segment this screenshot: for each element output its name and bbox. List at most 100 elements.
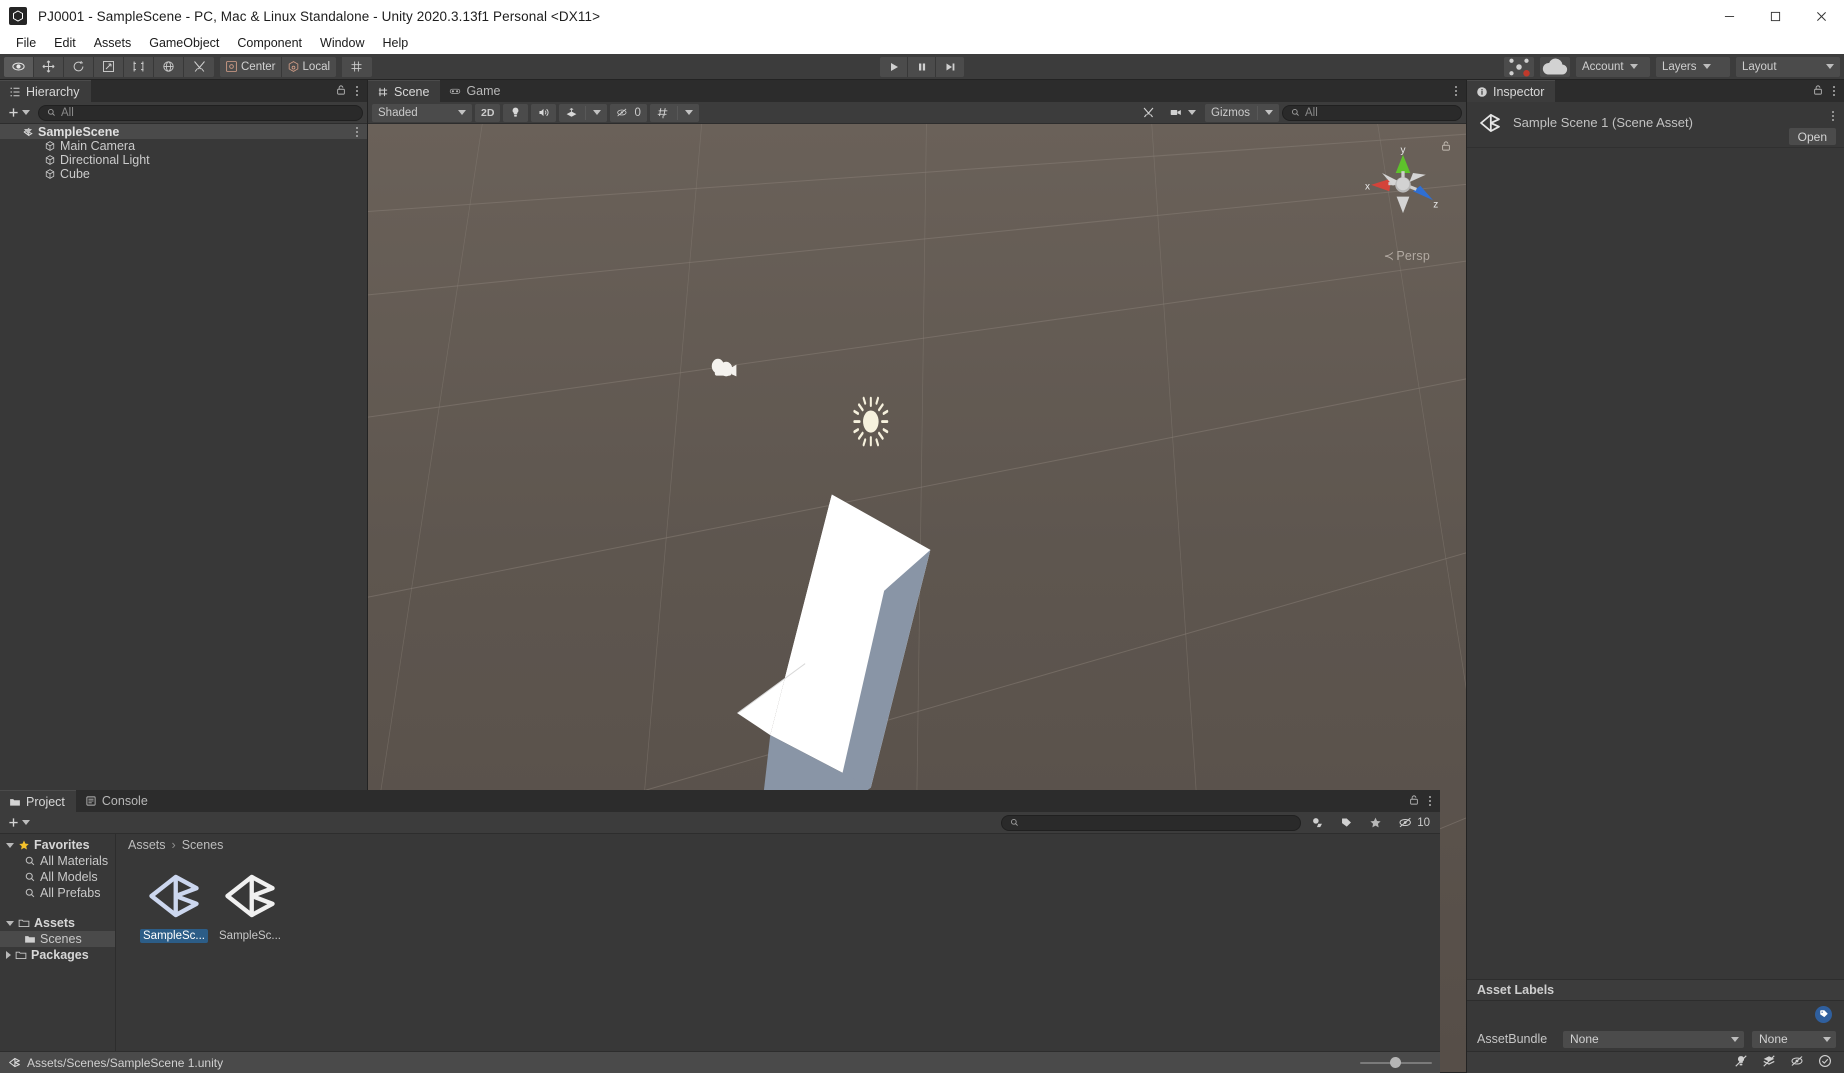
hierarchy-tab-actions bbox=[335, 80, 367, 102]
menu-help[interactable]: Help bbox=[373, 34, 417, 52]
inspector-footer bbox=[1467, 1051, 1844, 1073]
layers-dropdown[interactable]: Layers bbox=[1656, 56, 1730, 77]
no-lighting-icon[interactable] bbox=[1734, 1054, 1748, 1071]
hierarchy-search-input[interactable]: All bbox=[38, 104, 363, 121]
perspective-mode-label[interactable]: ≺ Persp bbox=[1384, 248, 1430, 263]
lock-icon[interactable] bbox=[1408, 794, 1420, 809]
collapse-arrow-icon[interactable] bbox=[6, 951, 11, 959]
menu-edit[interactable]: Edit bbox=[45, 34, 85, 52]
project-tree-favorites[interactable]: Favorites bbox=[0, 837, 115, 853]
scene-grid-dropdown[interactable] bbox=[649, 103, 699, 122]
layout-dropdown[interactable]: Layout bbox=[1736, 56, 1840, 77]
scale-tool-button[interactable] bbox=[94, 56, 124, 77]
inspector-asset-menu-icon[interactable] bbox=[1832, 111, 1834, 121]
inspector-menu-icon[interactable] bbox=[1833, 86, 1835, 96]
scene-axis-gizmo[interactable]: y x z bbox=[1362, 142, 1444, 224]
custom-editor-tool-button[interactable] bbox=[184, 56, 214, 77]
project-menu-icon[interactable] bbox=[1429, 796, 1431, 806]
menu-window[interactable]: Window bbox=[311, 34, 373, 52]
chevron-down-icon bbox=[458, 110, 466, 115]
maximize-button[interactable] bbox=[1752, 0, 1798, 32]
open-button[interactable]: Open bbox=[1788, 128, 1836, 145]
pivot-mode-button[interactable]: Center bbox=[220, 56, 282, 77]
scene-audio-toggle[interactable] bbox=[531, 103, 557, 122]
assetbundle-variant-dropdown[interactable]: None bbox=[1752, 1030, 1836, 1048]
scene-camera-dropdown[interactable] bbox=[1164, 104, 1202, 122]
no-preview-icon[interactable] bbox=[1790, 1054, 1804, 1071]
create-asset-button[interactable] bbox=[4, 814, 34, 832]
play-button[interactable] bbox=[880, 57, 908, 77]
scene-menu-icon[interactable] bbox=[1455, 86, 1457, 96]
project-tree-all-materials[interactable]: All Materials bbox=[0, 853, 115, 869]
scene-context-menu-icon[interactable] bbox=[356, 126, 358, 137]
menu-assets[interactable]: Assets bbox=[85, 34, 141, 52]
scene-tools-button[interactable] bbox=[1136, 104, 1161, 122]
grid-snap-button[interactable] bbox=[341, 56, 372, 77]
scene-fx-dropdown[interactable] bbox=[559, 103, 608, 122]
scene-search-input[interactable]: All bbox=[1282, 104, 1462, 121]
project-panel: Project Console 10 Favorites All Materia… bbox=[0, 790, 1440, 1073]
move-tool-button[interactable] bbox=[34, 56, 64, 77]
hierarchy-row-main-camera[interactable]: Main Camera bbox=[0, 139, 367, 153]
no-layers-icon[interactable] bbox=[1762, 1054, 1776, 1071]
tag-icon[interactable] bbox=[1815, 1005, 1832, 1023]
project-tree-all-prefabs[interactable]: All Prefabs bbox=[0, 885, 115, 901]
pivot-rotation-button[interactable]: Local bbox=[281, 56, 336, 77]
hierarchy-row-samplescene[interactable]: SampleScene bbox=[0, 124, 367, 139]
lock-icon[interactable] bbox=[335, 84, 347, 99]
project-search-input[interactable] bbox=[1001, 814, 1302, 831]
hierarchy-row-cube[interactable]: Cube bbox=[0, 167, 367, 181]
asset-zoom-slider[interactable] bbox=[1360, 1057, 1432, 1069]
breadcrumb-scenes[interactable]: Scenes bbox=[182, 838, 224, 852]
filter-by-label-button[interactable] bbox=[1334, 814, 1359, 832]
tab-hierarchy[interactable]: Hierarchy bbox=[0, 80, 91, 102]
project-hidden-count[interactable]: 10 bbox=[1392, 814, 1436, 832]
account-dropdown[interactable]: Account bbox=[1576, 56, 1650, 77]
rotate-tool-button[interactable] bbox=[64, 56, 94, 77]
slider-knob[interactable] bbox=[1390, 1057, 1402, 1068]
hierarchy-item-label: SampleScene bbox=[38, 124, 120, 139]
project-tree-assets[interactable]: Assets bbox=[0, 915, 115, 931]
create-gameobject-button[interactable] bbox=[4, 104, 34, 122]
draw-mode-dropdown[interactable]: Shaded bbox=[372, 103, 472, 122]
scene-lighting-toggle[interactable] bbox=[503, 103, 529, 122]
project-tree-scenes[interactable]: Scenes bbox=[0, 931, 115, 947]
hierarchy-menu-icon[interactable] bbox=[356, 86, 358, 96]
assetbundle-dropdown[interactable]: None bbox=[1563, 1030, 1744, 1048]
menu-file[interactable]: File bbox=[7, 34, 45, 52]
tab-scene[interactable]: Scene bbox=[368, 80, 441, 102]
expand-arrow-icon[interactable] bbox=[24, 129, 32, 134]
expand-arrow-icon[interactable] bbox=[6, 842, 14, 848]
tab-console[interactable]: Console bbox=[76, 790, 159, 812]
project-tree-all-models[interactable]: All Models bbox=[0, 869, 115, 885]
tab-game[interactable]: Game bbox=[440, 80, 511, 102]
pause-button[interactable] bbox=[908, 57, 936, 77]
filter-favorite-button[interactable] bbox=[1363, 814, 1388, 832]
tab-project[interactable]: Project bbox=[0, 790, 76, 812]
tab-inspector[interactable]: Inspector bbox=[1467, 80, 1556, 102]
hand-tool-button[interactable] bbox=[4, 56, 34, 77]
project-tree-packages[interactable]: Packages bbox=[0, 947, 115, 963]
hierarchy-row-directional-light[interactable]: Directional Light bbox=[0, 153, 367, 167]
check-circle-icon[interactable] bbox=[1818, 1054, 1832, 1071]
scene-lock-icon[interactable] bbox=[1440, 140, 1452, 155]
minimize-button[interactable] bbox=[1706, 0, 1752, 32]
collab-icon[interactable] bbox=[1504, 56, 1534, 77]
step-button[interactable] bbox=[936, 57, 964, 77]
breadcrumb-separator-icon: › bbox=[171, 838, 176, 852]
close-button[interactable] bbox=[1798, 0, 1844, 32]
scene-hidden-objects-button[interactable]: 0 bbox=[610, 103, 647, 122]
rect-transform-tool-button[interactable] bbox=[124, 56, 154, 77]
menu-gameobject[interactable]: GameObject bbox=[140, 34, 228, 52]
asset-item[interactable]: SampleSc... bbox=[212, 870, 288, 943]
lock-icon[interactable] bbox=[1812, 84, 1824, 99]
asset-item[interactable]: SampleSc... bbox=[136, 870, 212, 943]
expand-arrow-icon[interactable] bbox=[6, 920, 14, 926]
breadcrumb-assets[interactable]: Assets bbox=[128, 838, 166, 852]
cloud-icon[interactable] bbox=[1540, 56, 1570, 77]
gizmos-dropdown[interactable]: Gizmos bbox=[1205, 103, 1279, 122]
menu-component[interactable]: Component bbox=[228, 34, 311, 52]
toggle-2d-button[interactable]: 2D bbox=[475, 103, 501, 122]
filter-by-type-button[interactable] bbox=[1305, 814, 1330, 832]
transform-tool-button[interactable] bbox=[154, 56, 184, 77]
